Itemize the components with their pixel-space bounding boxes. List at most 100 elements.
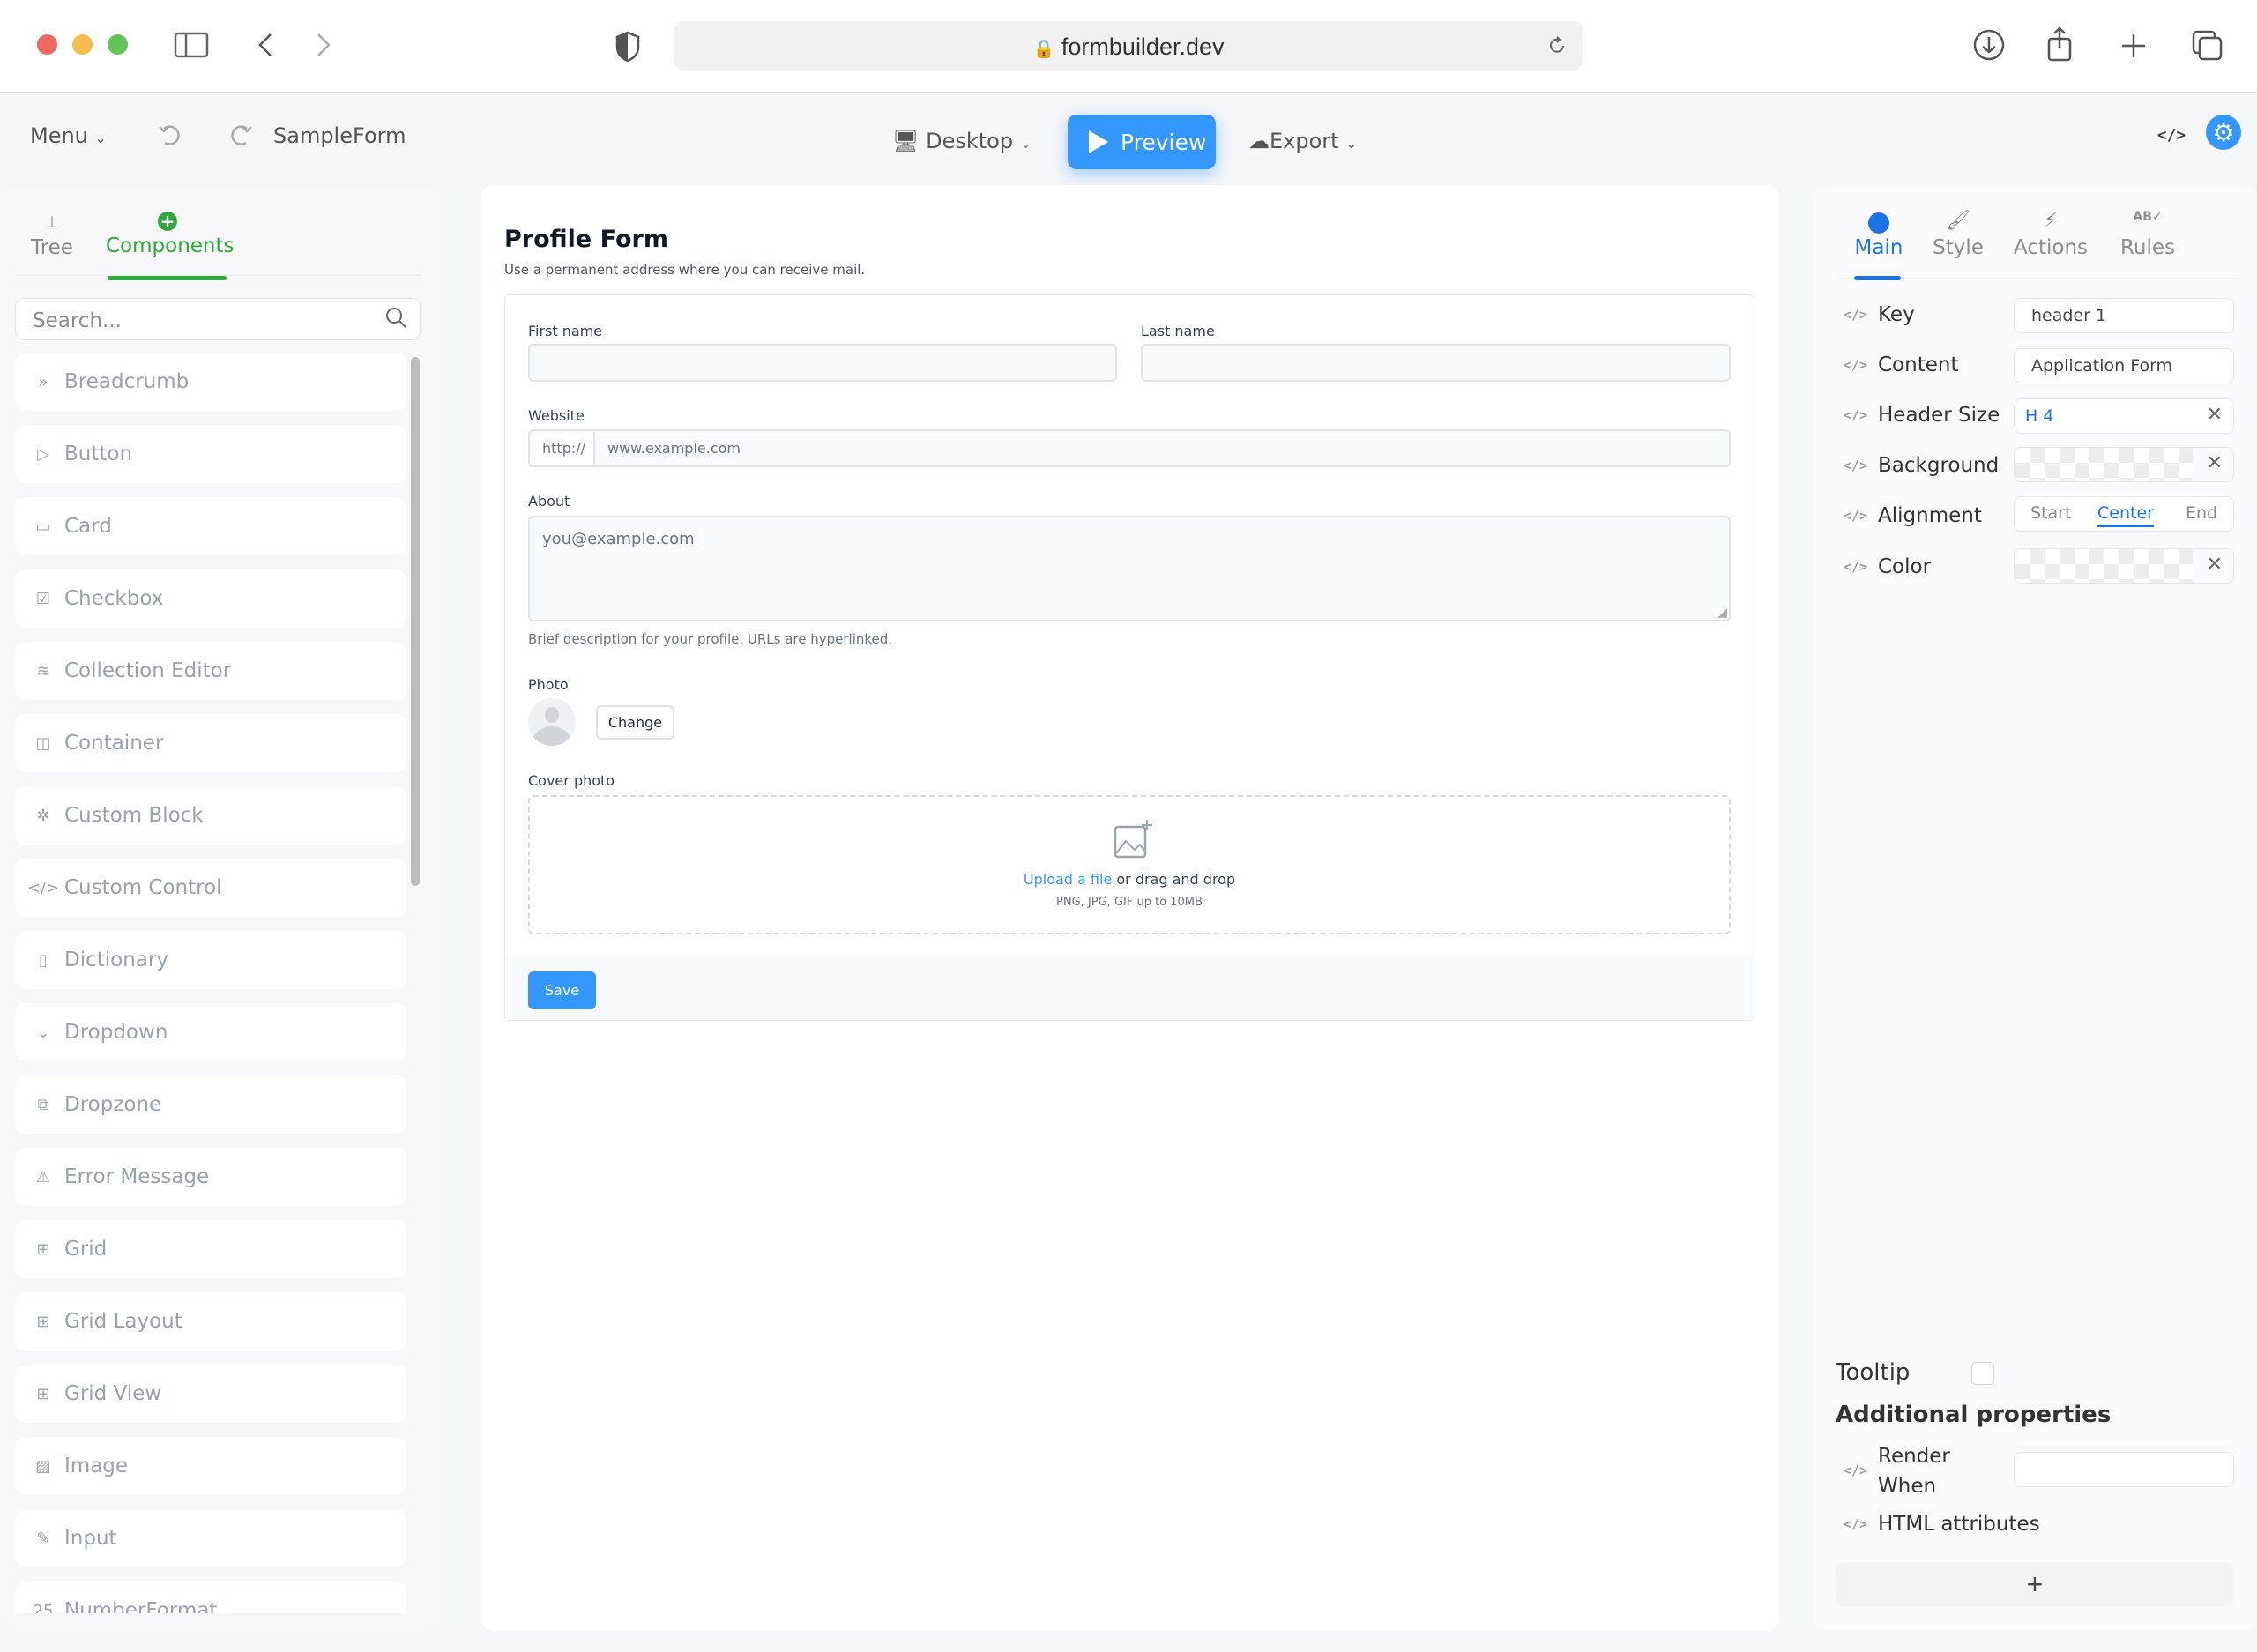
component-item-custom-control[interactable]: </> Custom Control [15, 859, 406, 917]
code-toggle-icon[interactable]: </> [1844, 407, 1867, 423]
clear-icon[interactable]: ✕ [2207, 404, 2223, 426]
tab-main[interactable]: Main [1848, 210, 1910, 259]
header-size-value: H 4 [2025, 406, 2054, 426]
back-icon[interactable] [252, 30, 279, 60]
component-list-scrollbar[interactable] [411, 357, 420, 886]
website-label: Website [528, 407, 585, 424]
component-label: Grid [64, 1238, 108, 1261]
form-footer [505, 957, 1754, 1020]
component-item-numberformat[interactable]: 25 NumberFormat [15, 1581, 406, 1613]
address-bar[interactable]: 🔒 formbuilder.dev [674, 21, 1583, 71]
redo-icon[interactable] [226, 120, 256, 150]
tab-actions-label: Actions [2013, 236, 2088, 259]
header-size-select[interactable]: H 4 ✕ [2014, 398, 2234, 434]
key-input[interactable]: header 1 [2014, 298, 2234, 333]
active-tab-indicator [108, 276, 227, 280]
minimize-window-button[interactable] [72, 34, 93, 55]
render-when-input[interactable] [2014, 1452, 2234, 1487]
component-search-input[interactable]: Search... [15, 298, 421, 340]
code-icon: </> [26, 878, 60, 897]
new-tab-icon[interactable] [2118, 30, 2149, 62]
tab-tree[interactable]: ⊥ Tree [26, 213, 78, 259]
tab-style[interactable]: 🖌 Style [1927, 210, 1989, 259]
form-subtitle: Use a permanent address where you can re… [504, 262, 866, 278]
component-item-collection-editor[interactable]: ≋ Collection Editor [15, 642, 406, 700]
component-item-image[interactable]: ▨ Image [15, 1437, 406, 1495]
clear-icon[interactable]: ✕ [2207, 452, 2223, 474]
tab-rules[interactable]: AB✓ Rules [2112, 210, 2183, 259]
preview-button[interactable]: Preview [1068, 115, 1216, 169]
reload-icon[interactable] [1545, 33, 1569, 58]
code-toggle-icon[interactable]: </> [1844, 559, 1867, 575]
sidebar-toggle-icon[interactable] [172, 30, 211, 60]
code-toggle-icon[interactable]: </> [1844, 357, 1867, 373]
plus-circle-icon: + [106, 210, 229, 234]
desktop-icon: 🖥 [892, 129, 920, 153]
menu-button[interactable]: Menu ⌄ [30, 123, 107, 148]
alignment-center[interactable]: Center [2097, 503, 2154, 527]
tab-tree-label: Tree [31, 236, 73, 259]
component-label: Dictionary [64, 949, 168, 971]
component-item-checkbox[interactable]: ☑ Checkbox [15, 569, 406, 628]
tab-actions[interactable]: ⚡ Actions [2007, 210, 2095, 259]
save-button[interactable]: Save [528, 971, 596, 1009]
container-icon: ◫ [35, 733, 51, 753]
shield-icon[interactable] [612, 30, 644, 63]
tab-components[interactable]: + Components [106, 210, 235, 257]
component-item-error-message[interactable]: ⚠ Error Message [15, 1148, 406, 1206]
change-photo-button[interactable]: Change [596, 705, 674, 740]
export-button[interactable]: ☁Export ⌄ [1248, 129, 1358, 153]
drag-drop-text: or drag and drop [1112, 871, 1236, 888]
component-item-input[interactable]: ✎ Input [15, 1509, 406, 1567]
tabs-overview-icon[interactable] [2190, 28, 2225, 63]
last-name-label: Last name [1141, 323, 1215, 339]
settings-gear-icon[interactable]: ⚙ [2206, 115, 2241, 150]
component-item-grid-layout[interactable]: ⊞ Grid Layout [15, 1292, 406, 1351]
component-item-breadcrumb[interactable]: » Breadcrumb [15, 353, 406, 411]
component-item-dictionary[interactable]: ▯ Dictionary [15, 931, 406, 989]
download-icon[interactable] [1970, 26, 2007, 63]
alignment-end[interactable]: End [2186, 503, 2217, 523]
code-toggle-icon[interactable]: </> [1844, 508, 1867, 524]
alignment-segmented-control: Start Center End [2014, 496, 2234, 532]
content-input[interactable]: Application Form [2014, 348, 2234, 383]
add-attribute-button[interactable]: + [1836, 1562, 2234, 1606]
forward-icon[interactable] [310, 30, 337, 60]
code-toggle-icon[interactable]: </> [1844, 307, 1867, 323]
tab-main-label: Main [1854, 236, 1903, 259]
upload-file-link[interactable]: Upload a file [1024, 871, 1112, 888]
browser-chrome: 🔒 formbuilder.dev [0, 0, 2257, 93]
resize-handle-icon[interactable]: ◢ [1717, 605, 1727, 620]
alignment-start[interactable]: Start [2030, 503, 2071, 523]
component-item-container[interactable]: ◫ Container [15, 714, 406, 772]
share-icon[interactable] [2044, 25, 2075, 63]
component-item-custom-block[interactable]: ✲ Custom Block [15, 786, 406, 845]
code-toggle-icon[interactable]: </> [1844, 1462, 1867, 1478]
close-window-button[interactable] [37, 34, 57, 55]
additional-properties-title: Additional properties [1836, 1402, 2112, 1428]
component-item-button[interactable]: ▷ Button [15, 425, 406, 483]
undo-icon[interactable] [155, 120, 185, 150]
first-name-input[interactable] [528, 344, 1117, 382]
website-placeholder: www.example.com [607, 440, 741, 457]
cover-photo-dropzone[interactable]: Upload a file or drag and drop PNG, JPG,… [528, 795, 1731, 934]
component-item-card[interactable]: ▭ Card [15, 497, 406, 555]
component-label: NumberFormat [64, 1599, 218, 1613]
component-item-dropzone[interactable]: ⧉ Dropzone [15, 1075, 406, 1134]
clear-icon[interactable]: ✕ [2207, 554, 2223, 576]
text-color-picker[interactable]: ✕ [2014, 548, 2234, 584]
about-textarea[interactable]: you@example.com ◢ [528, 516, 1731, 621]
component-item-dropdown[interactable]: ⌄ Dropdown [15, 1003, 406, 1061]
code-view-icon[interactable]: </> [2156, 122, 2186, 148]
component-item-grid-view[interactable]: ⊞ Grid View [15, 1365, 406, 1423]
code-toggle-icon[interactable]: </> [1844, 1516, 1867, 1532]
play-icon [1089, 130, 1108, 153]
last-name-input[interactable] [1141, 344, 1731, 382]
device-select[interactable]: 🖥 Desktop ⌄ [892, 129, 1032, 153]
maximize-window-button[interactable] [108, 34, 128, 55]
background-color-picker[interactable]: ✕ [2014, 447, 2234, 482]
tooltip-checkbox[interactable] [1971, 1362, 1994, 1385]
code-toggle-icon[interactable]: </> [1844, 458, 1867, 473]
component-item-grid[interactable]: ⊞ Grid [15, 1220, 406, 1278]
website-input[interactable]: http:// www.example.com [528, 429, 1731, 467]
